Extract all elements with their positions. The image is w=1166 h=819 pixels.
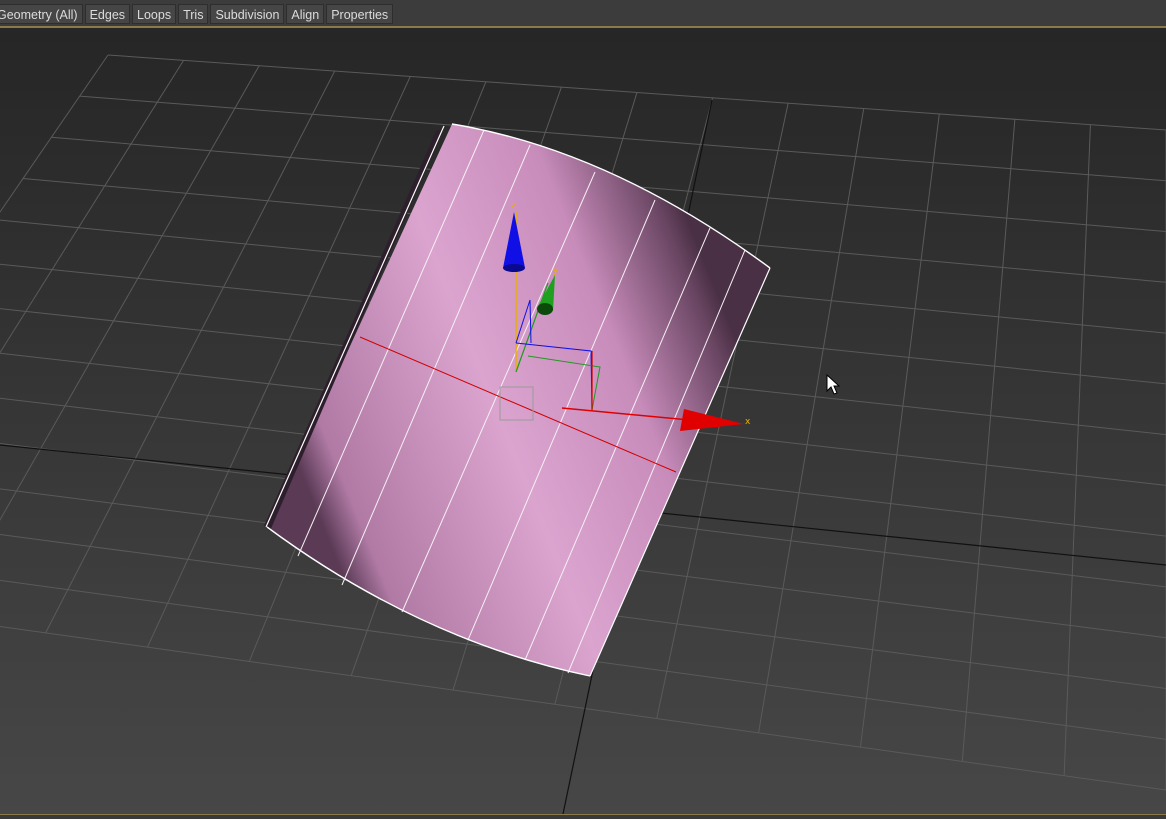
ribbon-toolbar: Geometry (All) Edges Loops Tris Subdivis… (0, 0, 1166, 28)
tab-geometry-all[interactable]: Geometry (All) (0, 4, 83, 24)
tab-align[interactable]: Align (286, 4, 325, 24)
tab-tris[interactable]: Tris (178, 4, 209, 24)
ribbon-tabs: Geometry (All) Edges Loops Tris Subdivis… (0, 4, 394, 24)
y-axis-label: y (553, 266, 559, 276)
bottom-status-strip (0, 814, 1166, 819)
perspective-viewport[interactable]: z y x (0, 28, 1166, 814)
tab-subdivision[interactable]: Subdivision (210, 4, 285, 24)
tab-edges[interactable]: Edges (84, 4, 131, 24)
z-axis-label: z (511, 201, 516, 211)
tab-properties[interactable]: Properties (326, 4, 394, 24)
x-axis-label: x (745, 417, 751, 427)
tab-loops[interactable]: Loops (132, 4, 177, 24)
